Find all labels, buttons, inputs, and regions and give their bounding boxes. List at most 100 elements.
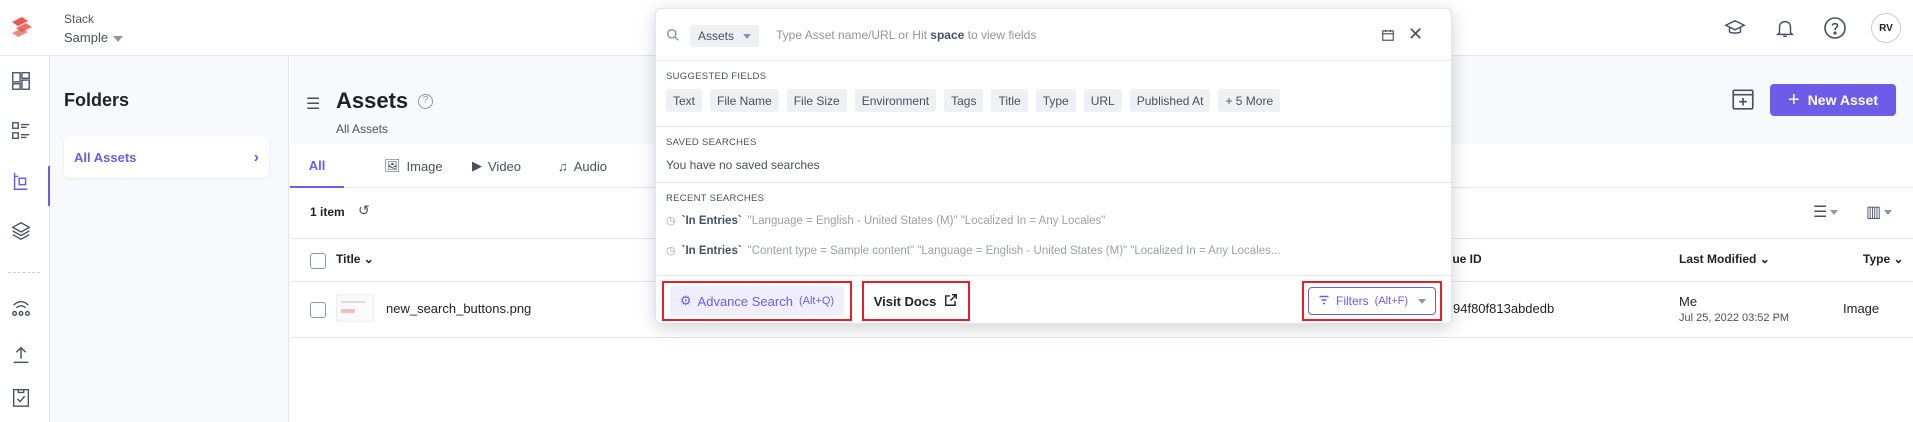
page-title: Assets [336,88,409,113]
saved-searches-title: SAVED SEARCHES [666,137,757,148]
asset-thumbnail [336,294,374,322]
column-type[interactable]: Type ⌄ [1863,252,1904,266]
plus-icon: + [1788,89,1800,111]
shortcut-hint: (Alt+F) [1374,295,1408,307]
field-chip[interactable]: Tags [944,89,984,112]
chevron-down-icon [743,33,752,39]
deploy-icon[interactable] [8,342,34,368]
more-fields-chip[interactable]: + 5 More [1218,89,1281,112]
releases-icon[interactable] [8,294,34,320]
field-chip[interactable]: Type [1035,89,1076,112]
divider [656,182,1453,183]
field-chip[interactable]: Text [666,89,703,112]
select-all-checkbox[interactable] [310,253,326,269]
image-icon: 🖼 [384,158,401,173]
folders-panel: Folders All Assets › [50,56,289,422]
modified-by: Me [1679,294,1698,309]
column-title[interactable]: Title ⌄ [336,252,374,266]
chevron-down-icon: ⌄ [1759,252,1770,266]
suggested-fields: Text File Name File Size Environment Tag… [666,89,1281,112]
divider [656,126,1453,127]
assets-icon[interactable] [8,168,34,194]
new-asset-button[interactable]: + New Asset [1770,84,1896,116]
filters-button[interactable]: Filters (Alt+F) [1302,281,1442,321]
advance-search-button[interactable]: ⚙ Advance Search (Alt+Q) [662,281,852,321]
menu-icon[interactable]: ☰ [306,94,320,114]
column-settings-icon[interactable]: ▥ [1866,202,1893,222]
asset-type: Image [1843,301,1880,316]
contentstack-logo-icon[interactable] [8,13,36,41]
folder-item-all-assets[interactable]: All Assets › [64,136,269,178]
stack-label: Stack [64,12,95,26]
asset-unique-id: 94f80f813abdedb [1453,301,1555,316]
help-icon[interactable] [1821,14,1849,42]
modified-date: Jul 25, 2022 03:52 PM [1679,312,1790,324]
tab-label: Video [488,158,522,174]
chevron-down-icon [1417,298,1426,304]
breadcrumb: All Assets [336,122,389,136]
column-last-modified[interactable]: Last Modified ⌄ [1679,252,1770,266]
search-scope-select[interactable]: Assets [690,25,760,47]
suggested-fields-title: SUGGESTED FIELDS [666,71,767,82]
close-icon[interactable]: ✕ [1408,24,1423,45]
list-view-icon[interactable]: ☰ [1813,202,1839,222]
tab-label: All [308,157,326,173]
chevron-down-icon: ⌄ [1893,252,1904,266]
audio-icon: ♫ [558,158,568,174]
video-icon: ▶ [472,158,482,173]
visit-docs-button[interactable]: Visit Docs [862,281,970,321]
search-input[interactable]: Type Asset name/URL or Hit space to view… [776,28,1036,42]
saved-searches-empty: You have no saved searches [666,158,820,172]
new-asset-label: New Asset [1807,92,1878,108]
stack-name: Sample [64,30,109,45]
item-count: 1 item [310,205,345,219]
search-icon [666,28,680,42]
calendar-icon[interactable] [1381,28,1395,42]
dashboard-icon[interactable] [8,68,34,94]
refresh-icon[interactable]: ↺ [358,202,370,219]
gear-icon: ⚙ [679,293,692,308]
tab-image[interactable]: 🖼 Image [384,144,443,188]
folders-title: Folders [64,90,130,110]
asset-filename[interactable]: new_search_buttons.png [386,301,531,316]
chevron-down-icon: ⌄ [363,252,374,266]
field-chip[interactable]: File Size [786,89,847,112]
chevron-right-icon: › [253,149,259,166]
tasks-icon[interactable] [8,384,34,410]
tab-video[interactable]: ▶ Video [472,144,521,188]
tab-label: Image [406,158,443,174]
search-dropdown: Assets Type Asset name/URL or Hit space … [655,8,1453,325]
recent-search-item[interactable]: ◷ `In Entries` "Language = English - Uni… [666,214,1105,228]
chevron-down-icon [113,35,124,42]
recent-searches-title: RECENT SEARCHES [666,193,765,204]
field-chip[interactable]: File Name [710,89,779,112]
tab-label: Audio [573,158,607,174]
field-chip[interactable]: Title [991,89,1028,112]
external-link-icon [944,293,958,310]
help-icon[interactable]: ? [418,94,433,109]
history-icon: ◷ [666,215,676,227]
add-folder-icon[interactable] [1730,86,1756,112]
field-chip[interactable]: URL [1083,89,1122,112]
avatar[interactable]: RV [1871,13,1901,43]
rail-divider [8,272,40,273]
recent-search-item[interactable]: ◷ `In Entries` "Content type = Sample co… [666,244,1280,258]
search-footer: ⚙ Advance Search (Alt+Q) Visit Docs Filt… [656,275,1453,325]
academy-cap-icon[interactable] [1721,14,1749,42]
folder-item-label: All Assets [74,149,137,165]
filter-icon [1318,294,1330,309]
shortcut-hint: (Alt+Q) [798,295,835,307]
bell-icon[interactable] [1771,14,1799,42]
tab-all[interactable]: All [290,144,344,188]
entries-icon[interactable] [8,118,34,144]
row-checkbox[interactable] [310,302,326,318]
left-rail [0,56,50,422]
history-icon: ◷ [666,245,676,257]
tab-audio[interactable]: ♫ Audio [558,144,607,188]
search-bar[interactable]: Assets Type Asset name/URL or Hit space … [656,9,1453,61]
field-chip[interactable]: Environment [854,89,937,112]
stack-selector[interactable]: Sample [64,30,124,45]
field-chip[interactable]: Published At [1129,89,1211,112]
search-scope-value: Assets [698,29,735,43]
content-models-icon[interactable] [8,218,34,244]
